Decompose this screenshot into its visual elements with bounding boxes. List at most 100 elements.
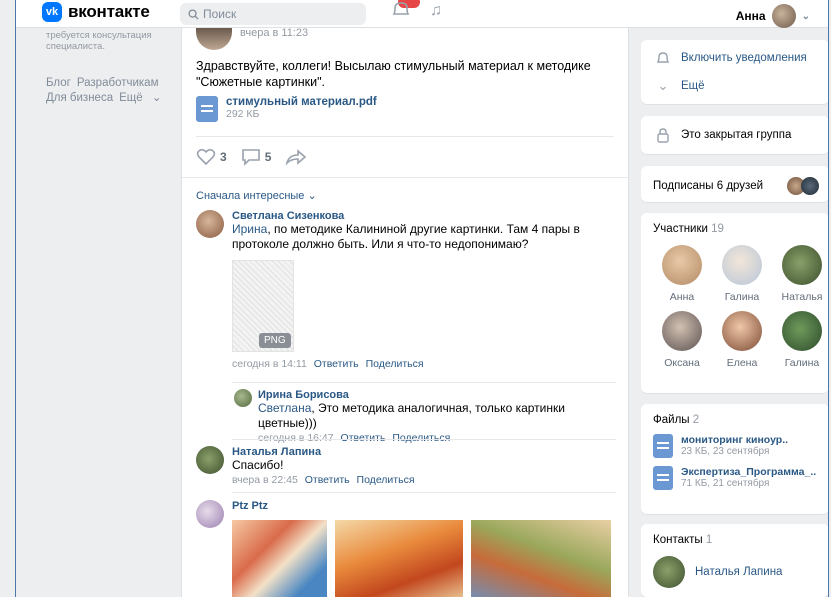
share-link[interactable]: Поделиться xyxy=(366,358,424,370)
comment-body: , по методике Калининой другие картинки.… xyxy=(232,222,580,251)
friends-row: Подписаны 6 друзей xyxy=(641,166,829,195)
post-author-avatar[interactable] xyxy=(196,28,232,50)
member-avatar xyxy=(782,245,822,285)
comment-meta: сегодня в 14:11 Ответить Поделиться xyxy=(232,358,616,370)
file-item[interactable]: Экспертиза_Программа_.. 71 КБ, 21 сентябр… xyxy=(641,458,829,490)
comment-image-attachment[interactable]: PNG xyxy=(232,260,294,352)
reply-meta: сегодня в 16:47 Ответить Поделиться xyxy=(258,432,614,444)
comment-avatar[interactable] xyxy=(196,446,224,474)
lock-icon xyxy=(657,128,669,143)
reply-link[interactable]: Ответить xyxy=(341,432,386,444)
mention-link[interactable]: Ирина xyxy=(232,222,267,236)
member-item[interactable]: Елена xyxy=(713,311,771,369)
member-item[interactable]: Галина xyxy=(713,245,771,303)
comment-author[interactable]: Светлана Сизенкова xyxy=(232,210,616,222)
file-name: Экспертиза_Программа_.. xyxy=(681,466,817,478)
comment-image[interactable] xyxy=(471,520,611,597)
link-blog[interactable]: Блог xyxy=(46,77,71,89)
files-title[interactable]: Файлы 2 xyxy=(641,404,829,426)
comment-count: 5 xyxy=(264,150,272,164)
file-item[interactable]: мониторинг киноур.. 23 КБ, 23 сентября xyxy=(641,426,829,458)
vk-logo-icon: vk xyxy=(42,2,62,22)
comment-time[interactable]: вчера в 22:45 xyxy=(232,474,298,486)
contact-avatar xyxy=(653,556,685,588)
friends-card[interactable]: Подписаны 6 друзей xyxy=(641,166,829,202)
link-more-label: Ещё xyxy=(119,92,143,104)
comment-meta: вчера в 22:45 Ответить Поделиться xyxy=(232,474,415,486)
comments-sort-dropdown[interactable]: Сначала интересные ⌄ xyxy=(196,189,317,202)
sidebar-note: требуется консультация специалиста. xyxy=(46,30,152,52)
more-label: Ещё xyxy=(681,80,705,92)
group-status-card: Это закрытая группа xyxy=(641,116,829,154)
contacts-title-label: Контакты xyxy=(653,534,703,546)
search-input[interactable]: Поиск xyxy=(180,3,366,25)
member-item[interactable]: Оксана xyxy=(653,311,711,369)
png-badge: PNG xyxy=(259,333,291,348)
bell-icon[interactable] xyxy=(390,0,412,20)
link-business[interactable]: Для бизнеса xyxy=(46,92,113,104)
footer-links: Блог Разработчикам Для бизнеса Ещё ⌄ xyxy=(46,76,176,106)
share-link[interactable]: Поделиться xyxy=(392,432,450,444)
more-button[interactable]: ⌄ Ещё xyxy=(641,66,829,94)
contact-item[interactable]: Наталья Лапина xyxy=(641,546,829,588)
files-card: Файлы 2 мониторинг киноур.. 23 КБ, 23 сен… xyxy=(641,404,829,514)
divider xyxy=(196,136,614,137)
reply-link[interactable]: Ответить xyxy=(314,358,359,370)
heart-icon xyxy=(196,148,216,166)
file-meta: 23 КБ, 23 сентября xyxy=(681,446,770,457)
notify-button[interactable]: Включить уведомления xyxy=(641,40,829,66)
comment-item: Наталья Лапина Спасибо! вчера в 22:45 От… xyxy=(196,446,616,486)
chevron-down-icon: ⌄ xyxy=(657,78,669,93)
link-developers[interactable]: Разработчикам xyxy=(77,77,159,89)
document-icon xyxy=(196,96,218,122)
divider xyxy=(232,439,616,440)
music-icon[interactable]: ♫ xyxy=(430,2,442,20)
attachment-size: 292 КБ xyxy=(226,108,260,120)
divider xyxy=(232,492,616,493)
vk-logo[interactable]: vk вконтакте xyxy=(42,2,150,22)
reply-author[interactable]: Ирина Борисова xyxy=(258,389,614,401)
member-name: Наталья xyxy=(781,291,823,303)
comment-text: Ирина, по методике Калининой другие карт… xyxy=(232,222,616,252)
post-time[interactable]: вчера в 11:23 xyxy=(240,28,308,39)
post-header: вчера в 11:23 xyxy=(196,28,308,50)
member-name: Анна xyxy=(669,291,695,303)
member-item[interactable]: Галина xyxy=(773,311,831,369)
member-item[interactable]: Анна xyxy=(653,245,711,303)
reply-avatar[interactable] xyxy=(234,389,252,407)
member-name: Оксана xyxy=(664,357,700,369)
reply-item: Ирина Борисова Светлана, Это методика ан… xyxy=(234,389,614,444)
attachment-name[interactable]: стимульный материал.pdf xyxy=(226,96,377,108)
share-button[interactable] xyxy=(285,148,307,166)
share-icon xyxy=(285,149,307,166)
contacts-card: Контакты 1 Наталья Лапина xyxy=(641,524,829,597)
reply-time[interactable]: сегодня в 16:47 xyxy=(258,432,334,444)
comment-author[interactable]: Наталья Лапина xyxy=(232,446,415,458)
share-link[interactable]: Поделиться xyxy=(357,474,415,486)
left-sidebar: требуется консультация специалиста. Блог… xyxy=(46,30,176,106)
comment-avatar[interactable] xyxy=(196,500,224,528)
user-menu[interactable]: Анна ⌄ xyxy=(736,4,810,28)
comments-separator xyxy=(182,177,628,178)
post-attachment[interactable]: стимульный материал.pdf 292 КБ xyxy=(196,96,377,122)
comment-image[interactable] xyxy=(232,520,327,597)
friends-avatars xyxy=(787,177,819,195)
comment-button[interactable]: 5 xyxy=(241,148,272,166)
link-more[interactable]: Ещё ⌄ xyxy=(119,92,161,104)
member-avatar xyxy=(722,245,762,285)
member-item[interactable]: Наталья xyxy=(773,245,831,303)
comment-text: Спасибо! xyxy=(232,458,284,472)
comment-item: Светлана Сизенкова Ирина, по методике Ка… xyxy=(196,210,616,370)
like-button[interactable]: 3 xyxy=(196,148,227,166)
comment-image[interactable] xyxy=(335,520,463,597)
reply-link[interactable]: Ответить xyxy=(305,474,350,486)
members-title[interactable]: Участники 19 xyxy=(641,213,829,235)
comment-avatar[interactable] xyxy=(196,210,224,238)
contacts-title[interactable]: Контакты 1 xyxy=(641,524,829,546)
files-title-label: Файлы xyxy=(653,414,690,426)
divider xyxy=(232,382,616,383)
member-name: Галина xyxy=(724,291,760,303)
like-count: 3 xyxy=(220,150,227,164)
mention-link[interactable]: Светлана xyxy=(258,401,311,415)
comment-time[interactable]: сегодня в 14:11 xyxy=(232,358,307,370)
